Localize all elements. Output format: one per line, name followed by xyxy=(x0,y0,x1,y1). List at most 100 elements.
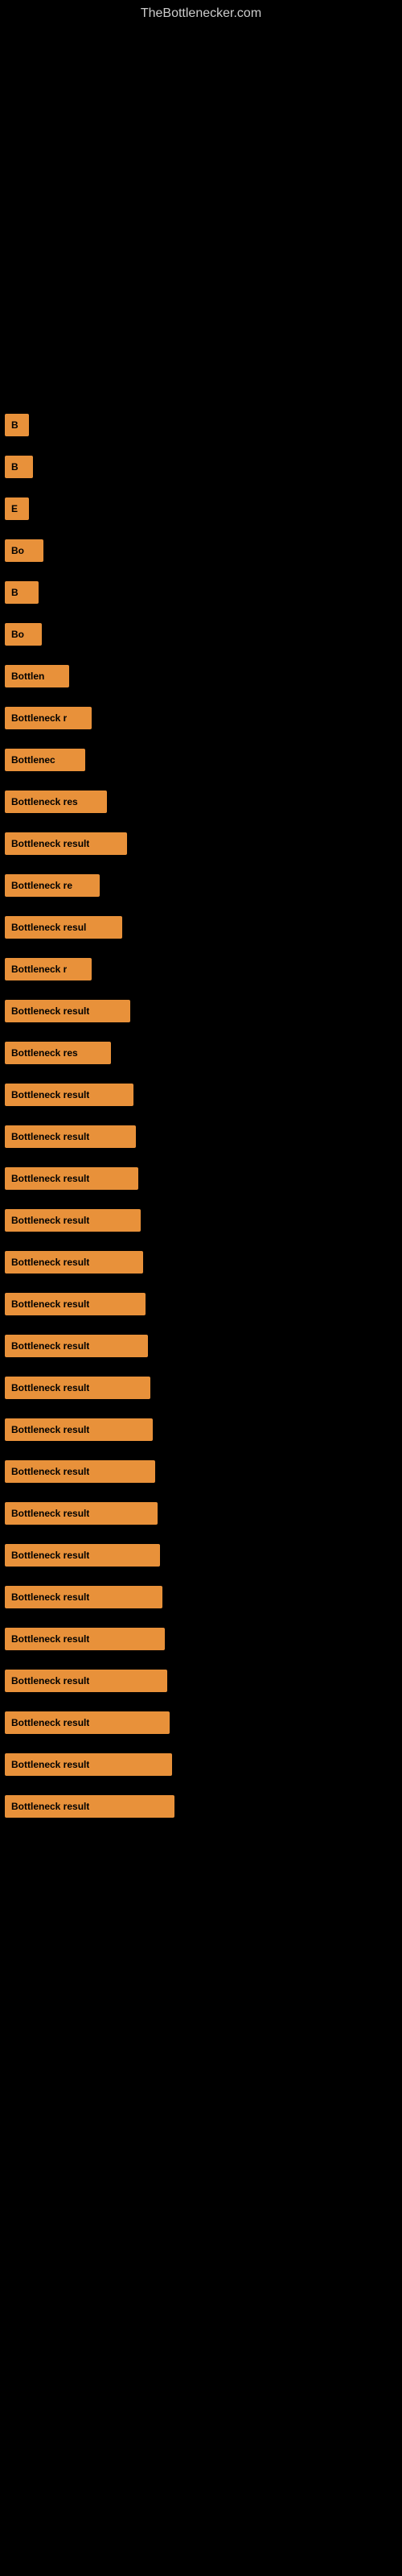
result-item-27: Bottleneck result xyxy=(0,1542,402,1568)
result-item-15: Bottleneck res xyxy=(0,1040,402,1066)
result-label-20: Bottleneck result xyxy=(11,1257,89,1268)
result-label-9: Bottleneck res xyxy=(11,796,78,807)
result-bar-1: B xyxy=(5,456,33,478)
result-label-33: Bottleneck result xyxy=(11,1801,89,1812)
result-item-28: Bottleneck result xyxy=(0,1584,402,1610)
site-title: TheBottlenecker.com xyxy=(0,0,402,24)
result-item-3: Bo xyxy=(0,538,402,564)
result-bar-14: Bottleneck result xyxy=(5,1000,130,1022)
result-label-23: Bottleneck result xyxy=(11,1382,89,1393)
result-bar-13: Bottleneck r xyxy=(5,958,92,980)
result-bar-11: Bottleneck re xyxy=(5,874,100,897)
result-item-14: Bottleneck result xyxy=(0,998,402,1024)
result-bar-26: Bottleneck result xyxy=(5,1502,158,1525)
result-item-10: Bottleneck result xyxy=(0,831,402,857)
result-label-29: Bottleneck result xyxy=(11,1633,89,1645)
result-bar-16: Bottleneck result xyxy=(5,1084,133,1106)
result-label-0: B xyxy=(11,419,18,431)
result-item-1: B xyxy=(0,454,402,480)
result-label-2: E xyxy=(11,503,18,514)
result-label-18: Bottleneck result xyxy=(11,1173,89,1184)
result-label-1: B xyxy=(11,461,18,473)
result-item-21: Bottleneck result xyxy=(0,1291,402,1317)
result-label-11: Bottleneck re xyxy=(11,880,72,891)
result-bar-0: B xyxy=(5,414,29,436)
result-bar-8: Bottlenec xyxy=(5,749,85,771)
result-label-7: Bottleneck r xyxy=(11,712,67,724)
result-bar-30: Bottleneck result xyxy=(5,1670,167,1692)
result-item-8: Bottlenec xyxy=(0,747,402,773)
result-item-7: Bottleneck r xyxy=(0,705,402,731)
result-label-21: Bottleneck result xyxy=(11,1298,89,1310)
result-bar-21: Bottleneck result xyxy=(5,1293,146,1315)
result-bar-29: Bottleneck result xyxy=(5,1628,165,1650)
result-item-22: Bottleneck result xyxy=(0,1333,402,1359)
result-item-29: Bottleneck result xyxy=(0,1626,402,1652)
result-bar-9: Bottleneck res xyxy=(5,791,107,813)
result-item-2: E xyxy=(0,496,402,522)
result-bar-32: Bottleneck result xyxy=(5,1753,172,1776)
result-label-13: Bottleneck r xyxy=(11,964,67,975)
result-label-31: Bottleneck result xyxy=(11,1717,89,1728)
result-item-33: Bottleneck result xyxy=(0,1794,402,1819)
result-item-20: Bottleneck result xyxy=(0,1249,402,1275)
result-label-17: Bottleneck result xyxy=(11,1131,89,1142)
result-label-25: Bottleneck result xyxy=(11,1466,89,1477)
result-label-32: Bottleneck result xyxy=(11,1759,89,1770)
result-item-12: Bottleneck resul xyxy=(0,914,402,940)
result-item-5: Bo xyxy=(0,621,402,647)
result-item-6: Bottlen xyxy=(0,663,402,689)
chart-area xyxy=(0,24,402,394)
result-bar-19: Bottleneck result xyxy=(5,1209,141,1232)
result-label-4: B xyxy=(11,587,18,598)
result-bar-31: Bottleneck result xyxy=(5,1711,170,1734)
result-item-25: Bottleneck result xyxy=(0,1459,402,1484)
result-label-5: Bo xyxy=(11,629,24,640)
result-item-17: Bottleneck result xyxy=(0,1124,402,1150)
result-bar-25: Bottleneck result xyxy=(5,1460,155,1483)
result-bar-10: Bottleneck result xyxy=(5,832,127,855)
result-item-13: Bottleneck r xyxy=(0,956,402,982)
result-label-30: Bottleneck result xyxy=(11,1675,89,1686)
result-label-19: Bottleneck result xyxy=(11,1215,89,1226)
result-label-16: Bottleneck result xyxy=(11,1089,89,1100)
result-bar-3: Bo xyxy=(5,539,43,562)
result-item-4: B xyxy=(0,580,402,605)
result-bar-20: Bottleneck result xyxy=(5,1251,143,1274)
page-wrapper: TheBottlenecker.com B B E xyxy=(0,0,402,1837)
result-bar-23: Bottleneck result xyxy=(5,1377,150,1399)
result-item-24: Bottleneck result xyxy=(0,1417,402,1443)
result-label-24: Bottleneck result xyxy=(11,1424,89,1435)
result-bar-7: Bottleneck r xyxy=(5,707,92,729)
result-label-10: Bottleneck result xyxy=(11,838,89,849)
result-bar-27: Bottleneck result xyxy=(5,1544,160,1567)
results-list: B B E Bo B xyxy=(0,394,402,1837)
result-item-30: Bottleneck result xyxy=(0,1668,402,1694)
result-bar-15: Bottleneck res xyxy=(5,1042,111,1064)
result-label-12: Bottleneck resul xyxy=(11,922,86,933)
result-item-26: Bottleneck result xyxy=(0,1501,402,1526)
result-item-11: Bottleneck re xyxy=(0,873,402,898)
result-item-18: Bottleneck result xyxy=(0,1166,402,1191)
result-item-9: Bottleneck res xyxy=(0,789,402,815)
result-bar-18: Bottleneck result xyxy=(5,1167,138,1190)
result-label-6: Bottlen xyxy=(11,671,44,682)
result-label-14: Bottleneck result xyxy=(11,1005,89,1017)
result-label-27: Bottleneck result xyxy=(11,1550,89,1561)
result-item-32: Bottleneck result xyxy=(0,1752,402,1777)
result-bar-28: Bottleneck result xyxy=(5,1586,162,1608)
result-bar-22: Bottleneck result xyxy=(5,1335,148,1357)
result-bar-5: Bo xyxy=(5,623,42,646)
result-label-26: Bottleneck result xyxy=(11,1508,89,1519)
result-item-19: Bottleneck result xyxy=(0,1208,402,1233)
result-item-0: B xyxy=(0,412,402,438)
result-bar-17: Bottleneck result xyxy=(5,1125,136,1148)
result-label-15: Bottleneck res xyxy=(11,1047,78,1059)
result-item-16: Bottleneck result xyxy=(0,1082,402,1108)
result-label-22: Bottleneck result xyxy=(11,1340,89,1352)
result-bar-33: Bottleneck result xyxy=(5,1795,174,1818)
result-bar-2: E xyxy=(5,497,29,520)
result-label-3: Bo xyxy=(11,545,24,556)
result-item-23: Bottleneck result xyxy=(0,1375,402,1401)
result-item-31: Bottleneck result xyxy=(0,1710,402,1736)
